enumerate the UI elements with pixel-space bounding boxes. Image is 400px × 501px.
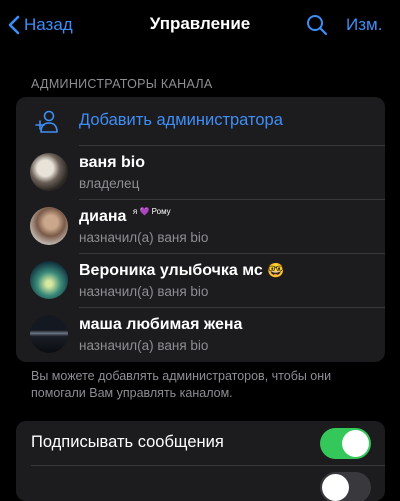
toggle-knob [342, 430, 369, 457]
edit-button[interactable]: Изм. [346, 15, 382, 35]
sign-messages-toggle[interactable] [320, 428, 371, 459]
admin-name: ваня bio [79, 154, 145, 171]
admin-role: владелец [79, 176, 140, 191]
avatar [30, 261, 68, 299]
admin-role: назначил(а) ваня bio [79, 338, 209, 353]
admin-row-veronika[interactable]: Вероника улыбочка мс 🤓 назначил(а) ваня … [16, 253, 385, 307]
search-icon [307, 15, 328, 36]
admin-emoji-badge: 🤓 [267, 262, 285, 278]
add-admin-label: Добавить администратора [79, 111, 283, 129]
chevron-left-icon [8, 15, 20, 35]
settings-toggle-2[interactable] [320, 472, 371, 501]
back-button[interactable]: Назад [8, 12, 73, 38]
navigation-bar: Назад Управление Изм. [0, 0, 400, 50]
avatar [30, 153, 68, 191]
add-user-icon [35, 110, 58, 133]
avatar [30, 207, 68, 245]
settings-list: Подписывать сообщения [16, 421, 385, 501]
settings-row-2 [16, 465, 385, 501]
admins-list: Добавить администратора ваня bio владеле… [16, 97, 385, 362]
add-admin-button[interactable]: Добавить администратора [16, 97, 385, 145]
sign-messages-label: Подписывать сообщения [31, 433, 224, 451]
search-button[interactable] [305, 13, 329, 37]
sign-messages-row: Подписывать сообщения [16, 421, 385, 465]
toggle-knob [322, 474, 349, 501]
admin-name-text: диана [79, 208, 127, 225]
admin-name: маша любимая жена [79, 316, 243, 333]
admin-name: диана я 💜 Рому [79, 207, 171, 226]
admin-name: Вероника улыбочка мс 🤓 [79, 262, 285, 280]
back-label: Назад [24, 15, 73, 34]
admins-section-header: АДМИНИСТРАТОРЫ КАНАЛА [31, 77, 213, 91]
admins-footer-note: Вы можете добавлять администраторов, что… [31, 369, 332, 400]
admin-row-diana[interactable]: диана я 💜 Рому назначил(а) ваня bio [16, 199, 385, 253]
admin-row-masha[interactable]: маша любимая жена назначил(а) ваня bio [16, 307, 385, 361]
admin-row-vanya[interactable]: ваня bio владелец [16, 145, 385, 199]
admin-role: назначил(а) ваня bio [79, 284, 209, 299]
admin-emoji-badge: я 💜 Рому [132, 207, 171, 216]
admin-name-text: Вероника улыбочка мс [79, 262, 263, 279]
admin-role: назначил(а) ваня bio [79, 230, 209, 245]
avatar [30, 315, 68, 353]
